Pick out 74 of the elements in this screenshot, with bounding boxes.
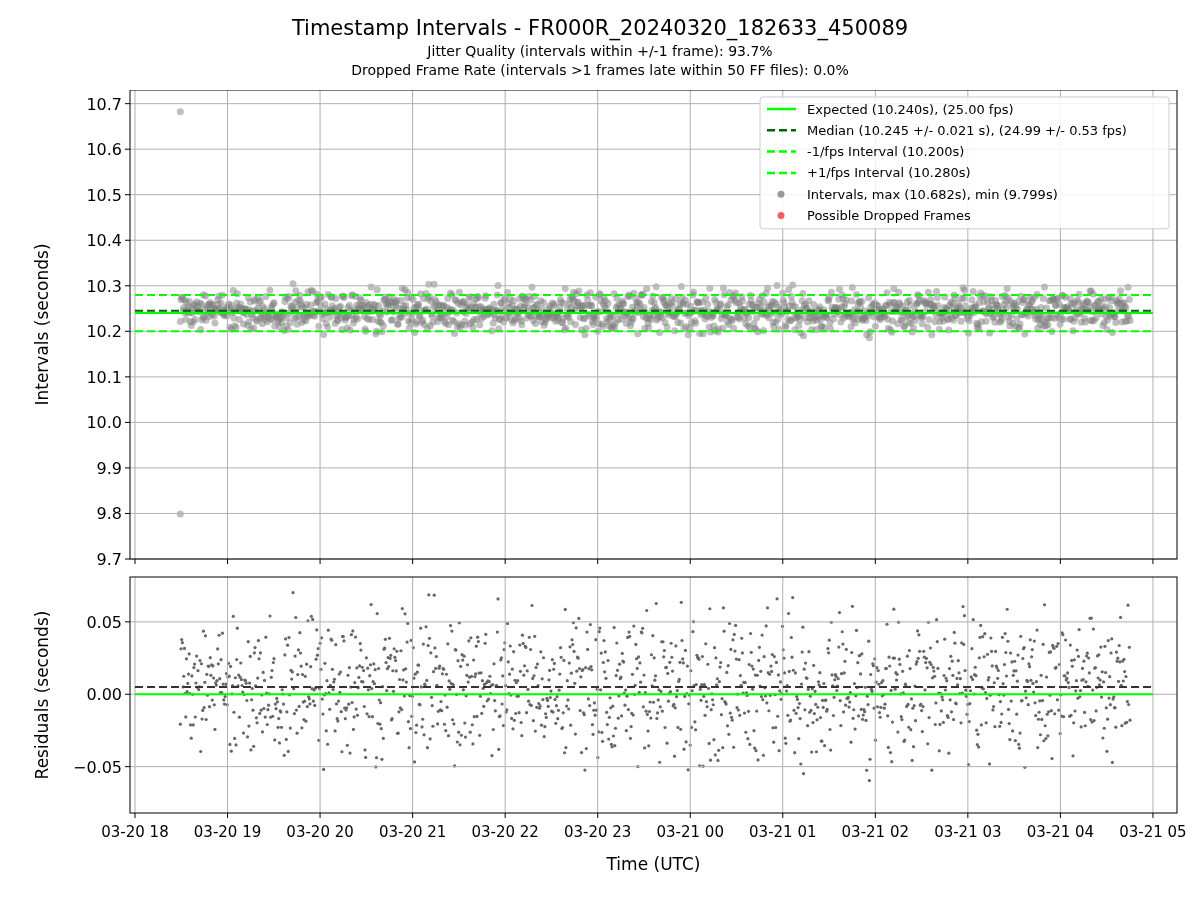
tick-mark <box>124 766 131 768</box>
y-axis-label: Residuals (seconds) <box>32 610 52 780</box>
tick-mark <box>124 512 131 514</box>
tick-mark <box>874 558 876 565</box>
y-tick-label: 10.5 <box>86 185 122 205</box>
legend-label: -1/fps Interval (10.200s) <box>807 144 965 160</box>
tick-mark <box>227 558 229 565</box>
tick-mark <box>124 103 131 105</box>
tick-mark <box>689 558 691 565</box>
x-tick-label: 03-21 00 <box>656 823 724 841</box>
figure-subtitle: Dropped Frame Rate (intervals >1 frames late within 50 FF files): 0.0% <box>351 61 849 80</box>
tick-mark <box>227 812 229 819</box>
tick-mark <box>124 693 131 695</box>
tick-mark <box>597 558 599 565</box>
x-tick-label: 03-20 20 <box>286 823 354 841</box>
tick-mark <box>504 558 506 565</box>
tick-mark <box>134 812 136 819</box>
x-tick-label: 03-20 22 <box>471 823 539 841</box>
tick-mark <box>124 239 131 241</box>
y-tick-label: 10.4 <box>86 231 122 251</box>
tick-mark <box>782 812 784 819</box>
tick-mark <box>124 376 131 378</box>
tick-mark <box>782 558 784 565</box>
tick-mark <box>967 812 969 819</box>
legend-label: +1/fps Interval (10.280s) <box>807 165 971 181</box>
y-tick-label: −0.05 <box>72 757 122 777</box>
x-axis-label: Time (UTC) <box>606 854 701 874</box>
y-tick-label: 9.8 <box>96 504 122 524</box>
tick-mark <box>124 421 131 423</box>
tick-mark <box>412 558 414 565</box>
tick-mark <box>412 812 414 819</box>
legend-label: Median (10.245 +/- 0.021 s), (24.99 +/- 0.53 fps) <box>807 122 1127 138</box>
y-tick-label: 0.00 <box>86 685 122 705</box>
figure-title: Timestamp Intervals - FR000R_20240320_182633_450089 <box>291 15 909 42</box>
x-tick-label: 03-20 18 <box>101 823 169 841</box>
x-tick-label: 03-21 02 <box>841 823 910 841</box>
tick-mark <box>319 558 321 565</box>
y-tick-label: 10.6 <box>86 140 122 160</box>
y-axis-label: Intervals (seconds) <box>32 243 52 406</box>
x-tick-label: 03-21 05 <box>1119 823 1187 841</box>
x-tick-label: 03-21 04 <box>1026 823 1095 841</box>
tick-mark <box>124 621 131 623</box>
tick-mark <box>124 285 131 287</box>
tick-mark <box>1152 812 1154 819</box>
tick-mark <box>967 558 969 565</box>
legend-label: Possible Dropped Frames <box>807 208 971 223</box>
tick-mark <box>124 330 131 332</box>
tick-mark <box>504 812 506 819</box>
tick-mark <box>874 812 876 819</box>
x-tick-label: 03-21 03 <box>934 823 1002 841</box>
x-tick-label: 03-20 23 <box>563 823 632 841</box>
tick-mark <box>1059 812 1061 819</box>
legend-label: Expected (10.240s), (25.00 fps) <box>807 101 1014 117</box>
tick-mark <box>124 467 131 469</box>
y-tick-label: 10.7 <box>86 94 122 114</box>
tick-mark <box>319 812 321 819</box>
x-tick-label: 03-20 19 <box>193 823 262 841</box>
tick-mark <box>689 812 691 819</box>
y-tick-label: 10.0 <box>86 413 122 433</box>
y-tick-label: 9.9 <box>96 458 122 478</box>
tick-mark <box>597 812 599 819</box>
tick-mark <box>1152 558 1154 565</box>
y-tick-label: 10.3 <box>86 276 122 296</box>
y-tick-label: 9.7 <box>96 550 122 569</box>
tick-mark <box>124 194 131 196</box>
y-tick-label: 0.05 <box>86 612 122 632</box>
legend-label: Intervals, max (10.682s), min (9.799s) <box>807 186 1058 202</box>
figure-subtitle: Jitter Quality (intervals within +/-1 frame): 93.7% <box>427 42 773 61</box>
tick-mark <box>1059 558 1061 565</box>
y-tick-label: 10.2 <box>86 322 122 342</box>
y-tick-label: 10.1 <box>86 367 122 387</box>
x-tick-label: 03-20 21 <box>378 823 447 841</box>
x-tick-label: 03-21 01 <box>749 823 817 841</box>
tick-mark <box>124 148 131 150</box>
